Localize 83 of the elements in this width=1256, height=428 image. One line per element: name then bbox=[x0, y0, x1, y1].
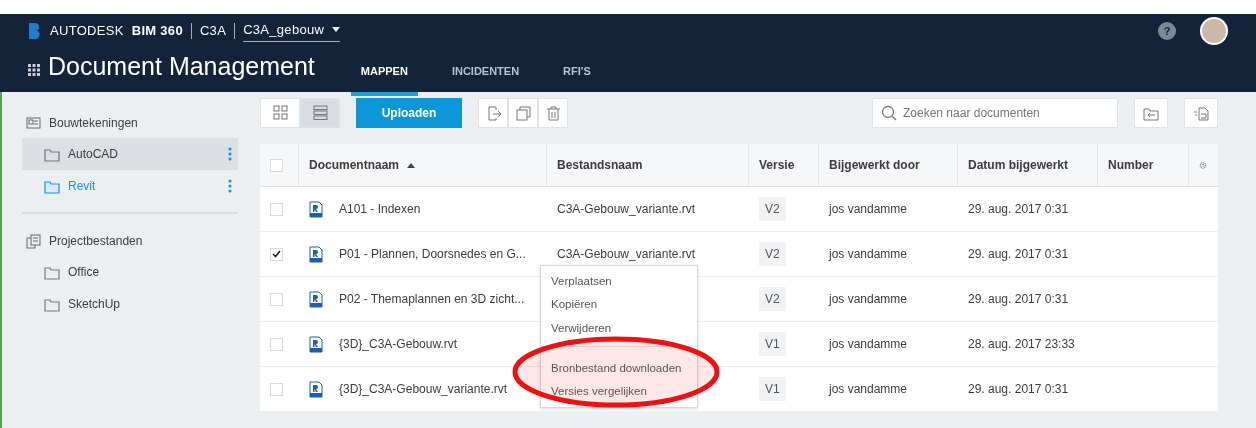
document-send-button[interactable] bbox=[1184, 98, 1218, 128]
version-tag: V2 bbox=[759, 287, 786, 311]
table-cell-text: jos vandamme bbox=[829, 336, 908, 353]
logo-icon bbox=[28, 22, 42, 40]
column-header[interactable]: Number bbox=[1108, 156, 1154, 174]
folder-item[interactable]: AutoCAD bbox=[22, 138, 238, 170]
account-name: C3A bbox=[199, 22, 227, 41]
table-cell-text: jos vandamme bbox=[829, 246, 908, 263]
duplicate-icon bbox=[515, 105, 531, 121]
table-cell[interactable]: {3D}_C3A-Gebouw.rvt bbox=[339, 335, 458, 353]
folder-icon bbox=[44, 296, 60, 312]
version-tag: V2 bbox=[759, 197, 786, 221]
documents-icon bbox=[26, 233, 41, 249]
drawings-icon bbox=[26, 115, 41, 131]
version-tag: V2 bbox=[759, 242, 786, 266]
folder-icon bbox=[44, 264, 60, 280]
table-cell[interactable]: P01 - Plannen, Doorsnedes en G... bbox=[339, 245, 526, 263]
product-name: BIM 360 bbox=[131, 22, 183, 41]
more-icon bbox=[228, 147, 232, 161]
column-header[interactable]: Bijgewerkt door bbox=[829, 156, 920, 174]
menu-item[interactable]: Kopiëren bbox=[541, 293, 697, 317]
table-cell-text: jos vandamme bbox=[829, 291, 908, 308]
table-cell-text: 29. aug. 2017 0:31 bbox=[968, 246, 1069, 263]
row-checkbox[interactable] bbox=[270, 382, 283, 396]
table-cell-text: 29. aug. 2017 0:31 bbox=[968, 291, 1069, 308]
version-tag: V1 bbox=[759, 377, 786, 401]
copy-button[interactable] bbox=[508, 98, 538, 128]
revit-file-icon bbox=[309, 245, 323, 263]
table-cell-text: 29. aug. 2017 0:31 bbox=[968, 381, 1069, 398]
row-checkbox[interactable] bbox=[270, 247, 283, 261]
table-cell-text: C3A-Gebouw_variante.rvt bbox=[557, 201, 696, 218]
search-icon bbox=[881, 105, 897, 121]
move-button[interactable] bbox=[478, 98, 508, 128]
help-button[interactable]: ? bbox=[1158, 22, 1176, 40]
table-cell-text: jos vandamme bbox=[829, 201, 908, 218]
folder-icon bbox=[44, 178, 60, 194]
more-icon bbox=[228, 179, 232, 193]
table-cell[interactable]: {3D}_C3A-Gebouw_variante.rvt bbox=[339, 380, 508, 398]
grid-view-button[interactable] bbox=[260, 98, 300, 128]
list-icon bbox=[312, 105, 328, 121]
nav-tab[interactable]: RFI'S bbox=[553, 49, 601, 96]
column-header[interactable]: Documentnaam bbox=[309, 156, 416, 174]
section-title[interactable]: Bouwtekeningen bbox=[49, 114, 138, 132]
list-view-button[interactable] bbox=[300, 98, 340, 128]
row-checkbox[interactable] bbox=[270, 337, 283, 351]
delete-button[interactable] bbox=[538, 98, 568, 128]
section-title[interactable]: Projectbestanden bbox=[49, 232, 143, 250]
page-title: Document Management bbox=[48, 51, 315, 82]
caret-icon bbox=[332, 27, 341, 32]
folder-icon bbox=[44, 146, 60, 162]
table-cell-text: 28. aug. 2017 23:33 bbox=[968, 336, 1075, 353]
search-field[interactable]: Zoeken naar documenten bbox=[872, 98, 1118, 128]
grid-icon bbox=[272, 105, 288, 121]
folder-arrow-icon bbox=[1143, 105, 1159, 121]
column-header[interactable]: Versie bbox=[759, 156, 795, 174]
table-cell-text: 29. aug. 2017 0:31 bbox=[968, 201, 1069, 218]
trash-icon bbox=[545, 105, 561, 121]
row-checkbox[interactable] bbox=[270, 202, 283, 216]
folder-item[interactable]: Office bbox=[22, 256, 238, 288]
folder-item[interactable]: SketchUp bbox=[22, 288, 238, 320]
revit-file-icon bbox=[309, 380, 323, 398]
apps-grid-icon bbox=[28, 63, 40, 76]
table-cell[interactable]: A101 - Indexen bbox=[339, 200, 421, 218]
table-cell-text: C3A-Gebouw_variante.rvt bbox=[557, 246, 696, 263]
revit-file-icon bbox=[309, 200, 323, 218]
nav-tab[interactable]: INCIDENTEN bbox=[441, 49, 530, 96]
row-checkbox[interactable] bbox=[270, 292, 283, 306]
table-cell[interactable]: P02 - Themaplannen en 3D zicht... bbox=[339, 290, 525, 308]
version-tag: V1 bbox=[759, 332, 786, 356]
header-checkbox[interactable] bbox=[270, 158, 283, 172]
sort-ascending-icon bbox=[407, 162, 416, 168]
document-icon bbox=[1193, 105, 1209, 121]
column-header[interactable]: Datum bijgewerkt bbox=[968, 156, 1069, 174]
brand-name: AUTODESK bbox=[50, 22, 124, 41]
project-dropdown[interactable]: C3A_gebouw bbox=[243, 19, 341, 43]
avatar-placeholder[interactable] bbox=[1200, 17, 1228, 45]
column-header[interactable]: Bestandsnaam bbox=[557, 156, 643, 174]
folder-share-button[interactable] bbox=[1134, 98, 1168, 128]
menu-item[interactable]: Verplaatsen bbox=[541, 270, 697, 294]
revit-file-icon bbox=[309, 335, 323, 353]
table-cell-text: jos vandamme bbox=[829, 381, 908, 398]
export-icon bbox=[485, 105, 501, 121]
revit-file-icon bbox=[309, 290, 323, 308]
